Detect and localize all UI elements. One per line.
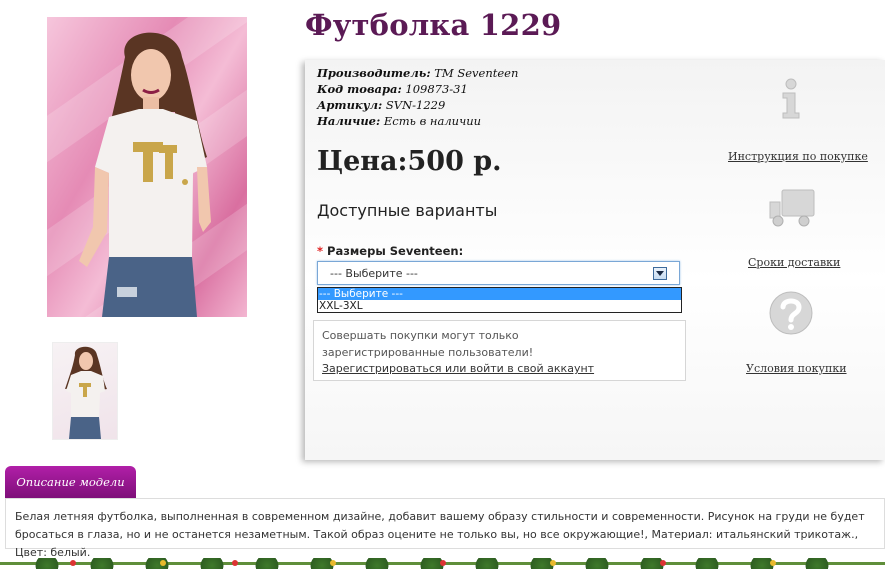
registration-notice-text: Совершать покупки могут только зарегистр… xyxy=(322,329,534,359)
size-select[interactable]: --- Выберите --- xyxy=(317,261,680,285)
dropdown-option-xxl-3xl[interactable]: XXL-3XL xyxy=(318,300,681,312)
product-title: Футболка 1229 xyxy=(305,8,562,42)
stock-row: Наличие: Есть в наличии xyxy=(317,114,481,128)
stock-label: Наличие: xyxy=(317,114,381,128)
manufacturer-row: Производитель: TM Seventeen xyxy=(317,66,518,80)
info-icon xyxy=(782,78,800,119)
model-description-text: Белая летняя футболка, выполненная в сов… xyxy=(15,510,865,559)
register-or-login-link[interactable]: Зарегистрироваться или войти в свой акка… xyxy=(322,362,594,375)
manufacturer-label: Производитель: xyxy=(317,66,431,80)
delivery-terms-link[interactable]: Сроки доставки xyxy=(748,256,840,269)
model-description-box: Белая летняя футболка, выполненная в сов… xyxy=(5,498,885,559)
manufacturer-value: TM Seventeen xyxy=(434,66,519,80)
product-code-row: Код товара: 109873-31 xyxy=(317,82,468,96)
product-main-photo[interactable] xyxy=(47,17,247,317)
stock-value: Есть в наличии xyxy=(383,114,482,128)
size-select-label: * Размеры Seventeen: xyxy=(317,244,463,258)
product-info-panel: Производитель: TM Seventeen Код товара: … xyxy=(305,60,885,460)
holiday-garland xyxy=(0,557,885,569)
purchase-instruction-link[interactable]: Инструкция по покупке xyxy=(728,150,868,163)
size-select-value: --- Выберите --- xyxy=(330,267,418,280)
product-code-label: Код товара: xyxy=(317,82,402,96)
purchase-conditions-link[interactable]: Условия покупки xyxy=(746,362,847,375)
tab-model-description[interactable]: Описание модели xyxy=(5,466,136,498)
size-dropdown-list: --- Выберите --- XXL-3XL xyxy=(317,287,682,313)
registration-notice: Совершать покупки могут только зарегистр… xyxy=(313,320,686,381)
available-variants-heading: Доступные варианты xyxy=(317,201,498,220)
article-row: Артикул: SVN-1229 xyxy=(317,98,445,112)
product-price: Цена:500 р. xyxy=(317,146,502,177)
chevron-down-icon[interactable] xyxy=(653,267,667,280)
product-code-value: 109873-31 xyxy=(405,82,468,96)
dropdown-option-choose[interactable]: --- Выберите --- xyxy=(318,288,681,300)
product-thumbnail[interactable] xyxy=(52,342,118,440)
required-mark: * xyxy=(317,244,324,258)
size-label-text: Размеры Seventeen: xyxy=(327,244,464,258)
article-label: Артикул: xyxy=(317,98,383,112)
question-icon xyxy=(769,291,813,335)
article-value: SVN-1229 xyxy=(385,98,446,112)
truck-icon xyxy=(769,189,815,227)
